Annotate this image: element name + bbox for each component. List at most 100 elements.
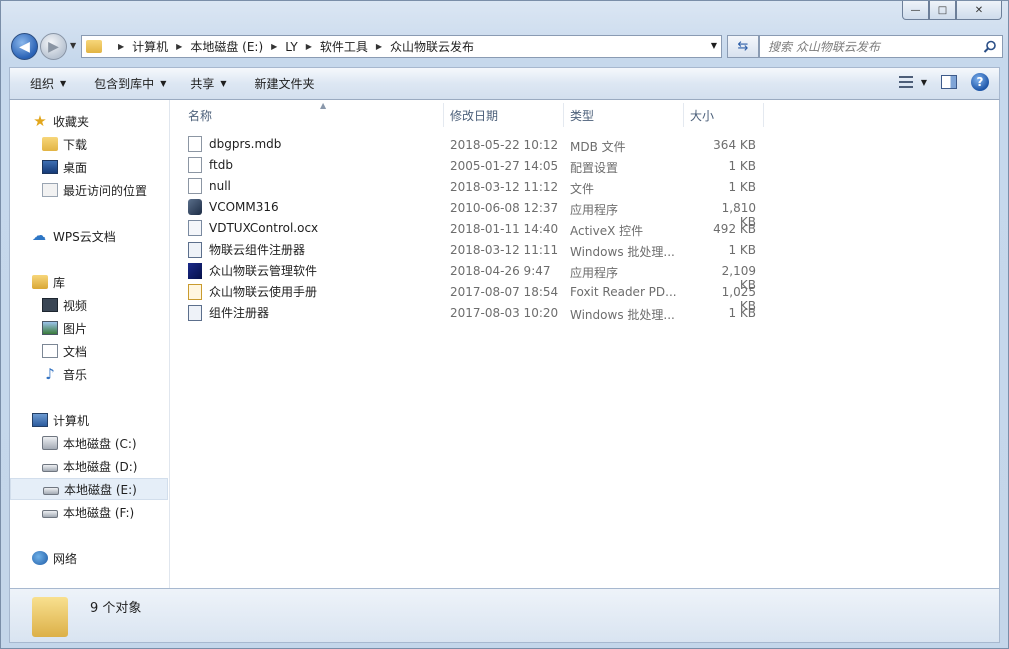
breadcrumb-chevron-icon[interactable]: ▶	[118, 42, 124, 51]
breadcrumb-chevron-icon[interactable]: ▶	[376, 42, 382, 51]
search-icon[interactable]	[983, 40, 997, 54]
file-row[interactable]: VDTUXControl.ocx 2018-01-11 14:40 Active…	[188, 218, 768, 239]
column-header-label: 大小	[690, 108, 715, 123]
address-history-dropdown[interactable]: ▼	[711, 41, 717, 50]
activex-icon	[188, 220, 202, 236]
document-icon	[42, 344, 58, 358]
column-header-name[interactable]: 名称 ▲	[182, 101, 444, 127]
breadcrumb-chevron-icon[interactable]: ▶	[176, 42, 182, 51]
desktop-icon	[42, 160, 58, 174]
breadcrumb-software-tools[interactable]: 软件工具	[320, 38, 368, 55]
sidebar-item-wps-cloud[interactable]: ☁ WPS云文档	[10, 225, 168, 247]
help-icon[interactable]: ?	[971, 73, 989, 91]
include-in-library-menu[interactable]: 包含到库中 ▼	[86, 68, 174, 99]
sidebar-item-computer[interactable]: 计算机	[10, 409, 168, 431]
settings-file-icon	[188, 157, 202, 173]
caption-buttons: — □ ✕	[902, 1, 1002, 20]
sidebar-item-favorites[interactable]: ★ 收藏夹	[10, 110, 168, 132]
breadcrumb-ly[interactable]: LY	[285, 40, 297, 54]
sidebar-item-label: 下载	[63, 137, 88, 152]
sidebar-item-drive-f[interactable]: 本地磁盘 (F:)	[10, 501, 168, 523]
file-date: 2005-01-27 14:05	[450, 159, 559, 173]
address-bar[interactable]: ▶ 计算机 ▶ 本地磁盘 (E:) ▶ LY ▶ 软件工具 ▶ 众山物联云发布 …	[81, 35, 722, 58]
file-type: MDB 文件	[570, 140, 626, 154]
file-row[interactable]: 众山物联云管理软件 2018-04-26 9:47 应用程序 2,109 KB	[188, 260, 768, 292]
pictures-icon	[42, 321, 58, 335]
sidebar-item-network[interactable]: 网络	[10, 547, 168, 569]
column-header-type[interactable]: 类型	[564, 103, 684, 127]
file-size: 1 KB	[728, 306, 756, 320]
navigation-pane[interactable]: ★ 收藏夹 下载 桌面 最近访问的位置 ☁ WPS云文档 库 视频 图片 文档 …	[10, 100, 170, 588]
details-pane: 9 个对象	[9, 588, 1000, 643]
file-date: 2017-08-07 18:54	[450, 285, 559, 299]
sidebar-item-label: 文档	[63, 344, 88, 359]
sidebar-item-drive-c[interactable]: 本地磁盘 (C:)	[10, 432, 168, 454]
sidebar-item-downloads[interactable]: 下载	[10, 133, 168, 155]
cloud-icon: ☁	[32, 228, 46, 244]
share-menu[interactable]: 共享 ▼	[182, 68, 234, 99]
sidebar-item-label: 收藏夹	[53, 114, 90, 129]
star-icon: ★	[33, 112, 47, 130]
file-name: VDTUXControl.ocx	[209, 221, 319, 235]
file-name: 物联云组件注册器	[209, 243, 306, 257]
sidebar-item-recent-places[interactable]: 最近访问的位置	[10, 179, 168, 201]
sort-ascending-icon: ▲	[320, 101, 327, 110]
file-row[interactable]: 物联云组件注册器 2018-03-12 11:11 Windows 批处理...…	[188, 239, 768, 260]
network-icon	[32, 551, 48, 565]
minimize-button[interactable]: —	[902, 1, 929, 20]
drive-icon	[43, 487, 59, 495]
sidebar-item-label: 本地磁盘 (D:)	[63, 459, 138, 474]
breadcrumb-chevron-icon[interactable]: ▶	[271, 42, 277, 51]
file-row[interactable]: null 2018-03-12 11:12 文件 1 KB	[188, 176, 768, 197]
file-name: 众山物联云管理软件	[209, 264, 318, 278]
forward-button[interactable]: ▶	[40, 33, 67, 60]
file-name: dbgprs.mdb	[209, 137, 282, 151]
system-drive-icon	[42, 436, 58, 450]
sidebar-item-libraries[interactable]: 库	[10, 271, 168, 293]
sidebar-item-label: 桌面	[63, 160, 88, 175]
sidebar-item-desktop[interactable]: 桌面	[10, 156, 168, 178]
forward-arrow-icon: ▶	[48, 38, 59, 55]
file-row[interactable]: dbgprs.mdb 2018-05-22 10:12 MDB 文件 364 K…	[188, 134, 768, 155]
pdf-icon	[188, 283, 202, 300]
back-button[interactable]: ◀	[11, 33, 38, 60]
maximize-button[interactable]: □	[929, 1, 956, 20]
sidebar-item-drive-d[interactable]: 本地磁盘 (D:)	[10, 455, 168, 477]
new-folder-button[interactable]: 新建文件夹	[247, 68, 323, 99]
file-list[interactable]: 名称 ▲ 修改日期 类型 大小 dbgprs.mdb 2018-05-22 10…	[170, 100, 999, 588]
organize-menu[interactable]: 组织 ▼	[22, 68, 74, 99]
preview-pane-icon[interactable]	[941, 75, 957, 89]
column-header-label: 修改日期	[450, 108, 499, 123]
file-size: 1 KB	[728, 180, 756, 194]
refresh-icon: ⇆	[737, 39, 749, 54]
close-button[interactable]: ✕	[956, 1, 1002, 20]
file-row[interactable]: 组件注册器 2017-08-03 10:20 Windows 批处理... 1 …	[188, 302, 768, 323]
breadcrumb-drive-e[interactable]: 本地磁盘 (E:)	[190, 38, 263, 55]
sidebar-item-music[interactable]: ♪ 音乐	[10, 363, 168, 385]
breadcrumb-computer[interactable]: 计算机	[132, 38, 168, 55]
recent-pages-dropdown[interactable]: ▼	[70, 41, 76, 50]
music-icon: ♪	[45, 365, 55, 383]
file-date: 2018-05-22 10:12	[450, 138, 559, 152]
change-view-button[interactable]: ▼	[898, 76, 927, 88]
sidebar-item-drive-e[interactable]: 本地磁盘 (E:)	[10, 478, 168, 500]
refresh-button[interactable]: ⇆	[727, 35, 759, 58]
file-date: 2018-01-11 14:40	[450, 222, 559, 236]
column-header-size[interactable]: 大小	[684, 103, 764, 127]
sidebar-item-documents[interactable]: 文档	[10, 340, 168, 362]
file-row[interactable]: ftdb 2005-01-27 14:05 配置设置 1 KB	[188, 155, 768, 176]
file-row[interactable]: 众山物联云使用手册 2017-08-07 18:54 Foxit Reader …	[188, 281, 768, 313]
search-input[interactable]: 搜索 众山物联云发布	[759, 35, 1003, 58]
file-row[interactable]: VCOMM316 2010-06-08 12:37 应用程序 1,810 KB	[188, 197, 768, 229]
column-header-date[interactable]: 修改日期	[444, 103, 564, 127]
breadcrumb-chevron-icon[interactable]: ▶	[306, 42, 312, 51]
sidebar-item-videos[interactable]: 视频	[10, 294, 168, 316]
batch-file-icon	[188, 241, 202, 258]
breadcrumb-current-folder[interactable]: 众山物联云发布	[390, 38, 474, 55]
file-type: Windows 批处理...	[570, 308, 675, 322]
file-icon	[188, 178, 202, 194]
batch-file-icon	[188, 304, 202, 321]
file-name: 组件注册器	[209, 306, 270, 320]
back-arrow-icon: ◀	[19, 38, 30, 55]
sidebar-item-pictures[interactable]: 图片	[10, 317, 168, 339]
